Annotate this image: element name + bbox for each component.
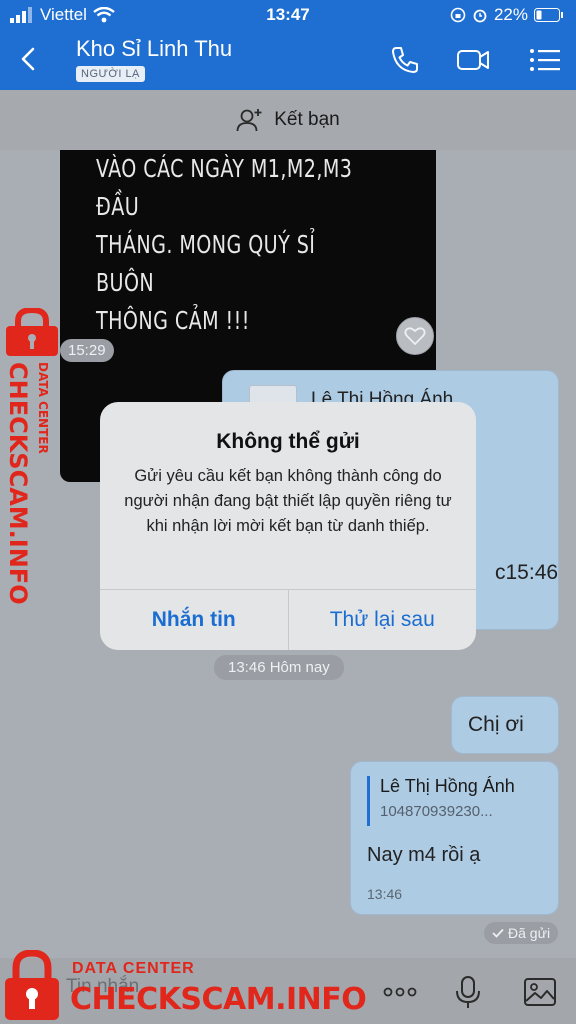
reply-text: Nay m4 rồi ạ xyxy=(367,844,481,866)
error-dialog: Không thể gửi Gửi yêu cầu kết bạn không … xyxy=(100,402,476,650)
sent-status: Đã gửi xyxy=(484,922,559,944)
dialog-buttons: Nhắn tin Thử lại sau xyxy=(100,589,476,650)
quoted-message[interactable]: Lê Thị Hồng Ánh 104870939230... xyxy=(367,776,515,826)
watermark-bottom-label: DATA CENTER xyxy=(72,960,195,977)
contact-name[interactable]: Kho Sỉ Linh Thu xyxy=(76,36,232,62)
watermark-vertical-label: DATA CENTER xyxy=(36,362,50,454)
image-gallery-icon[interactable] xyxy=(522,974,558,1010)
status-right: 22% xyxy=(450,5,564,25)
image-time: 15:29 xyxy=(60,339,114,362)
contact-card-tail: c15:46 xyxy=(495,561,559,584)
retry-later-button[interactable]: Thử lại sau xyxy=(289,590,477,650)
status-bar: Viettel 13:47 22% xyxy=(0,0,576,30)
check-icon xyxy=(492,928,504,938)
back-chevron-icon[interactable] xyxy=(14,44,44,74)
video-camera-icon[interactable] xyxy=(456,43,490,77)
reply-message-bubble[interactable]: Lê Thị Hồng Ánh 104870939230... Nay m4 r… xyxy=(350,761,559,915)
watermark-lock-bottom-icon xyxy=(5,950,59,1020)
more-options-icon[interactable] xyxy=(382,974,418,1010)
dialog-message: Gửi yêu cầu kết bạn không thành công do … xyxy=(124,467,452,535)
rotation-lock-icon xyxy=(450,7,466,23)
battery-icon xyxy=(534,8,563,22)
quoted-number: 104870939230... xyxy=(380,803,493,820)
heart-icon xyxy=(404,327,426,345)
message-bubble[interactable]: Chị ơi xyxy=(451,696,559,754)
watermark-vertical-site: CHECKSCAM.INFO xyxy=(4,362,32,605)
alarm-icon xyxy=(473,9,487,23)
dialog-title: Không thể gửi xyxy=(216,430,360,453)
menu-list-icon[interactable] xyxy=(528,43,562,77)
add-friend-label: Kết bạn xyxy=(274,109,340,130)
add-person-icon xyxy=(236,109,262,132)
add-friend-bar[interactable]: Kết bạn xyxy=(0,90,576,150)
sent-status-label: Đã gửi xyxy=(508,925,551,941)
react-heart-button[interactable] xyxy=(396,317,434,355)
image-message-text: VÀO CÁC NGÀY M1,M2,M3 ĐẦU THÁNG. MONG QU… xyxy=(96,154,353,335)
phone-icon[interactable] xyxy=(388,43,422,77)
microphone-icon[interactable] xyxy=(450,974,486,1010)
quoted-sender: Lê Thị Hồng Ánh xyxy=(380,776,515,796)
stranger-badge: NGƯỜI LẠ xyxy=(76,66,145,82)
battery-percent: 22% xyxy=(493,5,528,24)
message-text: Chị ơi xyxy=(468,713,524,736)
chat-header: Kho Sỉ Linh Thu NGƯỜI LẠ xyxy=(0,30,576,90)
watermark-bottom-site: CHECKSCAM.INFO xyxy=(70,982,367,1017)
date-divider: 13:46 Hôm nay xyxy=(214,655,344,680)
watermark-lock-icon xyxy=(6,308,58,356)
reply-time: 13:46 xyxy=(367,886,403,902)
send-message-button[interactable]: Nhắn tin xyxy=(100,590,289,650)
